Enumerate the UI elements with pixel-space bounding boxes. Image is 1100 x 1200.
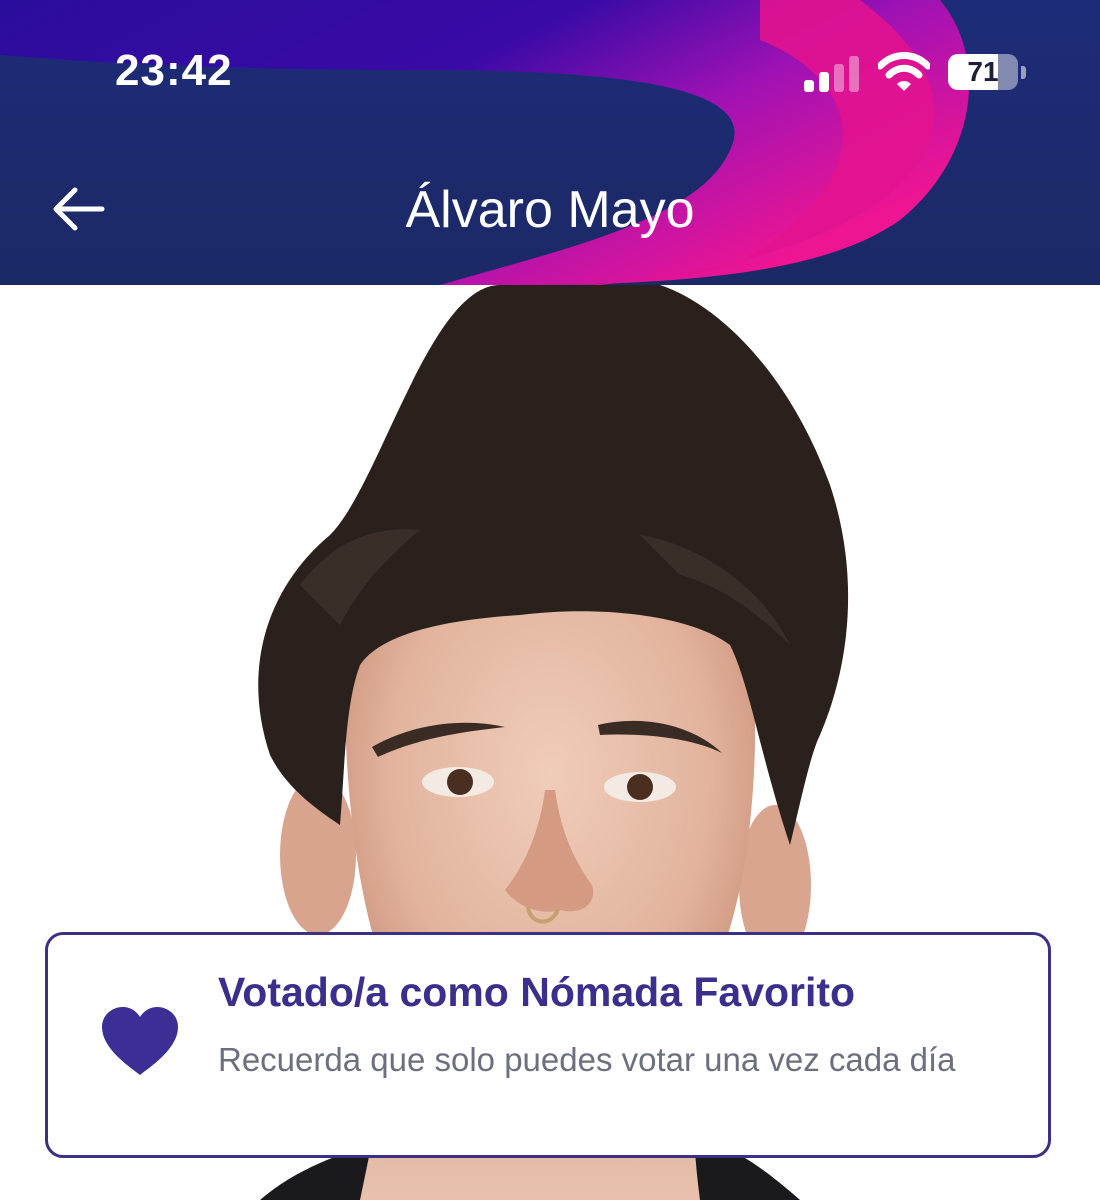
battery-indicator: 71: [948, 54, 1028, 94]
back-button[interactable]: [44, 176, 114, 246]
battery-body: 71: [948, 54, 1018, 90]
page-title: Álvaro Mayo: [405, 181, 695, 239]
arrow-left-icon: [53, 187, 105, 231]
battery-level: 71: [967, 56, 999, 87]
vote-card-subtitle: Recuerda que solo puedes votar una vez c…: [218, 1041, 956, 1078]
battery-cap: [1021, 66, 1026, 79]
wifi-icon: [878, 52, 930, 91]
heart-icon: [102, 1007, 178, 1075]
contestant-detail-screen: 23:42 71 Álvaro Mayo Votado/a como Nómad…: [0, 0, 1100, 1200]
status-time: 23:42: [115, 46, 233, 95]
app-header: 23:42 71 Álvaro Mayo: [0, 0, 1100, 285]
vote-status-card: Votado/a como Nómada Favorito Recuerda q…: [45, 932, 1051, 1158]
cellular-signal-icon: [804, 56, 859, 92]
vote-card-title: Votado/a como Nómada Favorito: [218, 969, 856, 1015]
status-bar: 23:42 71: [0, 0, 1100, 150]
